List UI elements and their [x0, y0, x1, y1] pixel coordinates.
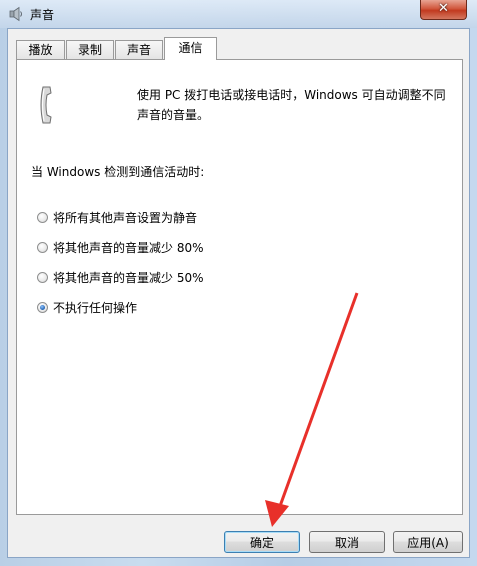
close-button[interactable]: ✕	[420, 0, 467, 20]
close-icon: ✕	[438, 1, 449, 16]
window-title: 声音	[30, 8, 55, 22]
radio-button[interactable]	[37, 242, 48, 253]
radio-button[interactable]	[37, 212, 48, 223]
speaker-icon	[9, 6, 22, 22]
tab-recording[interactable]: 录制	[66, 40, 114, 59]
communications-description: 使用 PC 拨打电话或接电话时，Windows 可自动调整不同 声音的音量。	[137, 88, 446, 122]
title-bar: 声音 ✕	[0, 0, 477, 28]
communications-panel: 使用 PC 拨打电话或接电话时，Windows 可自动调整不同 声音的音量。 当…	[16, 59, 463, 515]
dialog-client: 播放 录制 声音 通信 使用 PC 拨打电话或接电话时，Windows 可自动调…	[7, 28, 470, 558]
radio-button[interactable]	[37, 272, 48, 283]
tab-sounds[interactable]: 声音	[115, 40, 163, 59]
ok-button[interactable]: 确定	[224, 531, 300, 553]
phone-icon	[40, 86, 52, 124]
tab-playback[interactable]: 播放	[16, 40, 65, 59]
apply-button[interactable]: 应用(A)	[393, 531, 463, 553]
when-detected-label: 当 Windows 检测到通信活动时:	[31, 165, 205, 179]
cancel-button[interactable]: 取消	[309, 531, 385, 553]
radio-button-checked[interactable]	[37, 302, 48, 313]
tab-communications[interactable]: 通信	[164, 37, 217, 60]
